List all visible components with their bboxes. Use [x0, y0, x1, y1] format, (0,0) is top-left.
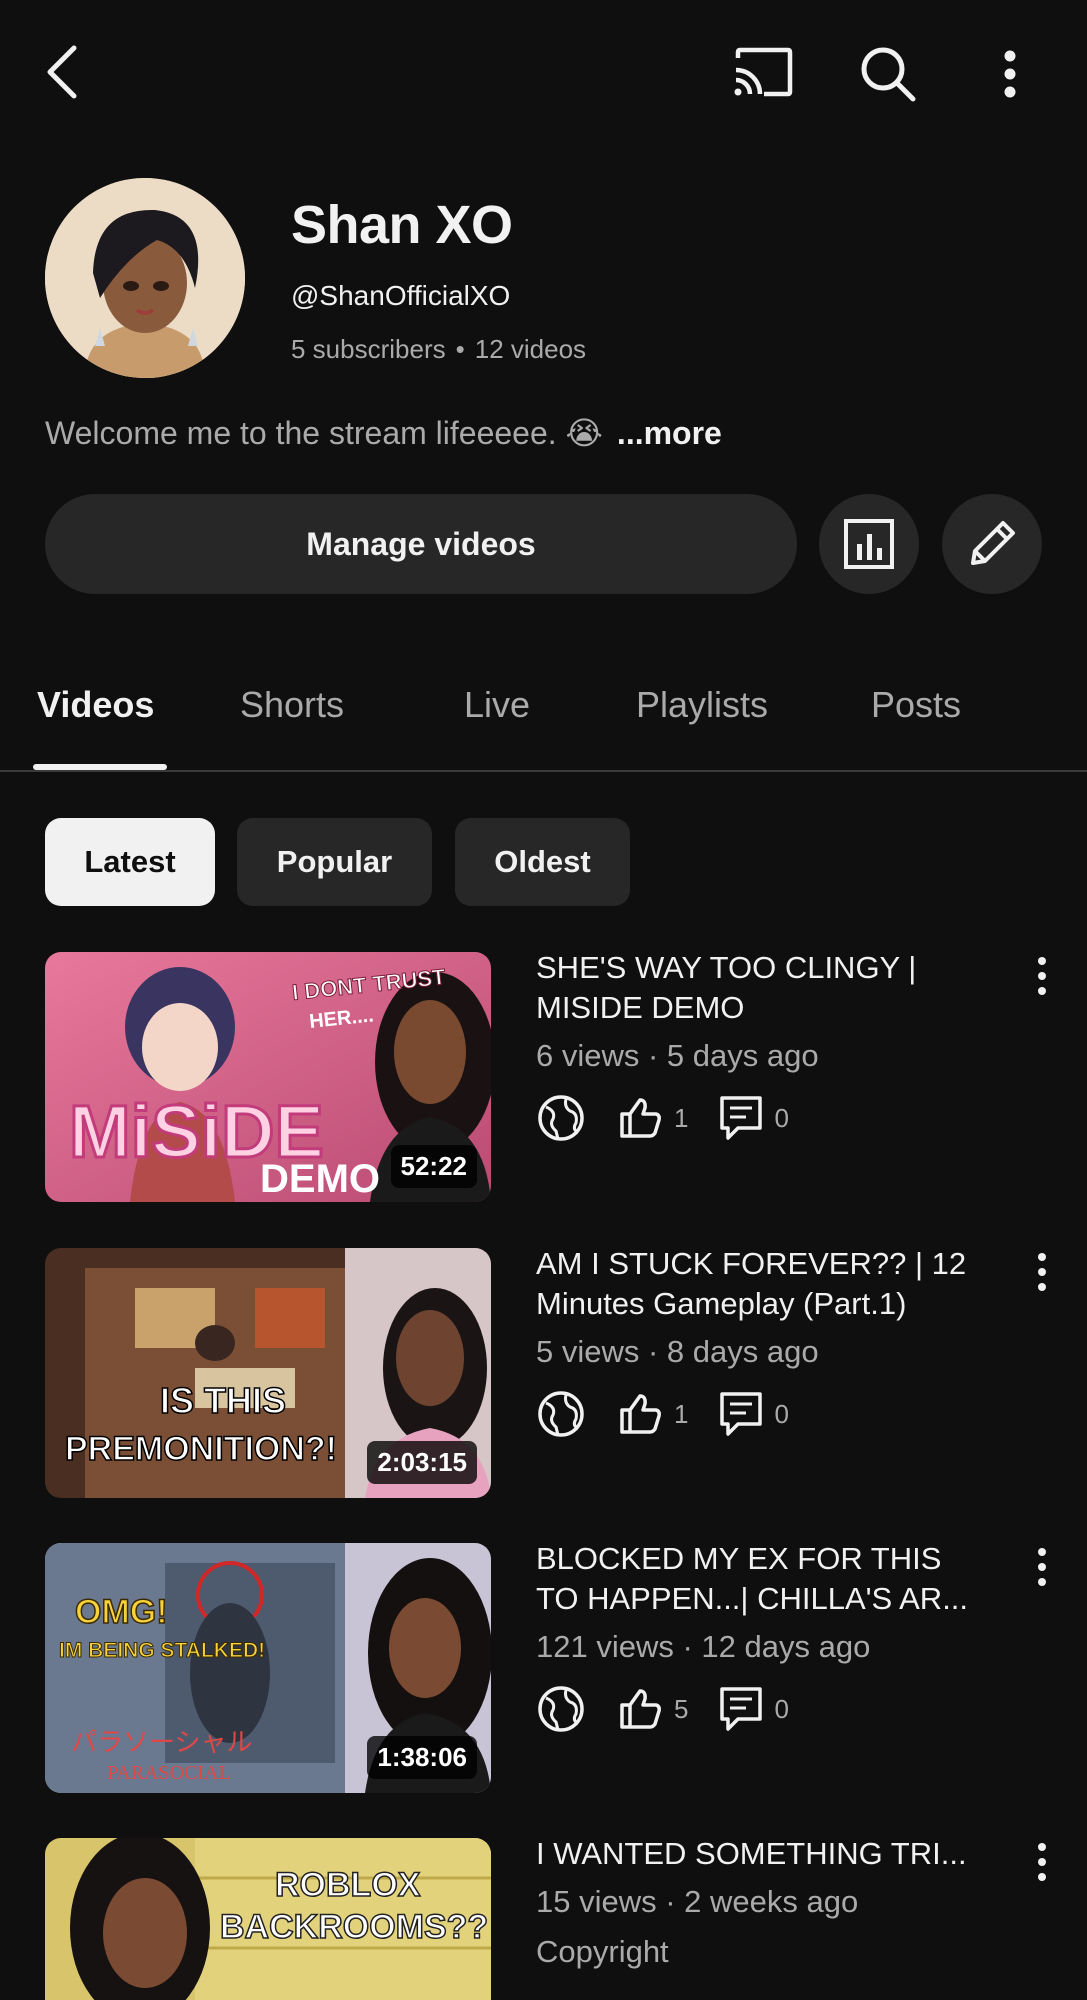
more-link[interactable]: ...more: [617, 415, 722, 451]
video-thumbnail[interactable]: I DONT TRUST HER.... MiSiDE DEMO 52:22: [45, 952, 491, 1202]
channel-name: Shan XO: [291, 195, 513, 255]
more-vertical-icon[interactable]: [1030, 1840, 1054, 1884]
video-stats: 1 0: [536, 1386, 819, 1442]
video-stats: 5 0: [536, 1681, 819, 1737]
video-meta: 15 views · 2 weeks ago: [536, 1884, 859, 1919]
tab-posts[interactable]: Posts: [871, 684, 961, 726]
avatar[interactable]: [45, 178, 245, 378]
globe-icon: [536, 1093, 586, 1143]
channel-stats: 5 subscribers • 12 videos: [291, 334, 586, 365]
chip-oldest[interactable]: Oldest: [455, 818, 630, 906]
like-stat: 1: [616, 1390, 688, 1438]
video-title-line: AM I STUCK FOREVER?? | 12: [536, 1246, 967, 1281]
thumb-caption: PREMONITION?!: [65, 1430, 337, 1468]
separator-dot: •: [455, 334, 465, 364]
visibility-public: [536, 1389, 586, 1439]
thumb-caption: IS THIS: [160, 1380, 286, 1421]
more-vertical-icon[interactable]: [1030, 954, 1054, 998]
pencil-icon: [965, 517, 1019, 571]
tab-playlists[interactable]: Playlists: [636, 684, 768, 726]
video-duration: 1:38:06: [367, 1736, 477, 1779]
more-vertical-icon[interactable]: [1030, 1250, 1054, 1294]
video-title-line: TO HAPPEN...| CHILLA'S AR...: [536, 1581, 969, 1616]
thumb-up-icon: [616, 1685, 664, 1733]
thumb-up-icon: [616, 1390, 664, 1438]
channel-description[interactable]: Welcome me to the stream lifeeeee. 😭 ...m…: [45, 414, 722, 452]
visibility-public: [536, 1684, 586, 1734]
thumb-caption: ROBLOX: [275, 1866, 421, 1904]
video-title[interactable]: BLOCKED MY EX FOR THIS TO HAPPEN...| CHI…: [536, 1539, 1006, 1619]
thumb-caption: パラソーシャル: [71, 1728, 252, 1758]
search-icon[interactable]: [858, 44, 918, 104]
cast-icon[interactable]: [730, 44, 796, 100]
thumb-caption: DEMO: [260, 1157, 380, 1201]
like-count: 1: [674, 1398, 689, 1429]
comment-stat: 0: [718, 1094, 789, 1142]
tab-live[interactable]: Live: [464, 684, 530, 726]
video-title-line: MISIDE DEMO: [536, 990, 745, 1025]
video-title-line: I WANTED SOMETHING TRI...: [536, 1836, 967, 1871]
thumb-up-icon: [616, 1094, 664, 1142]
visibility-public: [536, 1093, 586, 1143]
video-title[interactable]: SHE'S WAY TOO CLINGY | MISIDE DEMO: [536, 948, 1006, 1028]
chip-popular[interactable]: Popular: [237, 818, 432, 906]
thumb-caption: OMG!: [75, 1593, 168, 1631]
comment-icon: [718, 1094, 764, 1142]
video-thumbnail[interactable]: IS THIS PREMONITION?! 2:03:15: [45, 1248, 491, 1498]
video-title[interactable]: AM I STUCK FOREVER?? | 12 Minutes Gamepl…: [536, 1244, 1006, 1324]
video-meta: 5 views · 8 days ago: [536, 1334, 819, 1369]
analytics-button[interactable]: [819, 494, 919, 594]
video-duration: 2:03:15: [367, 1441, 477, 1484]
video-title-line: BLOCKED MY EX FOR THIS: [536, 1541, 942, 1576]
copyright-label: Copyright: [536, 1934, 669, 1969]
tab-videos[interactable]: Videos: [37, 684, 154, 726]
video-meta: 121 views · 12 days ago: [536, 1629, 871, 1664]
comment-count: 0: [774, 1693, 789, 1724]
tabs-divider: [0, 770, 1087, 772]
globe-icon: [536, 1389, 586, 1439]
description-text: Welcome me to the stream lifeeeee. 😭: [45, 415, 603, 451]
video-thumbnail[interactable]: ROBLOX BACKROOMS??: [45, 1838, 491, 2000]
like-stat: 1: [616, 1094, 688, 1142]
comment-count: 0: [774, 1102, 789, 1133]
thumb-caption: PARASOCIAL: [107, 1762, 231, 1784]
thumb-caption: BACKROOMS??: [220, 1908, 488, 1946]
video-count: 12 videos: [474, 334, 587, 364]
comment-icon: [718, 1390, 764, 1438]
analytics-icon: [843, 518, 895, 570]
globe-icon: [536, 1684, 586, 1734]
back-arrow-icon[interactable]: [40, 42, 92, 102]
video-title-line: Minutes Gameplay (Part.1): [536, 1286, 907, 1321]
active-tab-indicator: [33, 764, 167, 770]
video-stats: 1 0: [536, 1090, 819, 1146]
like-stat: 5: [616, 1685, 688, 1733]
like-count: 5: [674, 1693, 689, 1724]
channel-handle: @ShanOfficialXO: [291, 280, 511, 311]
more-vertical-icon[interactable]: [990, 46, 1030, 106]
edit-channel-button[interactable]: [942, 494, 1042, 594]
comment-stat: 0: [718, 1685, 789, 1733]
manage-videos-button[interactable]: Manage videos: [45, 494, 797, 594]
comment-stat: 0: [718, 1390, 789, 1438]
comment-icon: [718, 1685, 764, 1733]
comment-count: 0: [774, 1398, 789, 1429]
like-count: 1: [674, 1102, 689, 1133]
subscriber-count: 5 subscribers: [291, 334, 446, 364]
video-duration: 52:22: [390, 1145, 477, 1188]
video-title-line: SHE'S WAY TOO CLINGY |: [536, 950, 917, 985]
video-thumbnail[interactable]: OMG! IM BEING STALKED! パラソーシャル PARASOCIA…: [45, 1543, 491, 1793]
thumb-caption: IM BEING STALKED!: [59, 1639, 265, 1662]
video-title[interactable]: I WANTED SOMETHING TRI...: [536, 1834, 1006, 1874]
video-meta: 6 views · 5 days ago: [536, 1038, 819, 1073]
chip-latest[interactable]: Latest: [45, 818, 215, 906]
tab-shorts[interactable]: Shorts: [240, 684, 344, 726]
more-vertical-icon[interactable]: [1030, 1545, 1054, 1589]
